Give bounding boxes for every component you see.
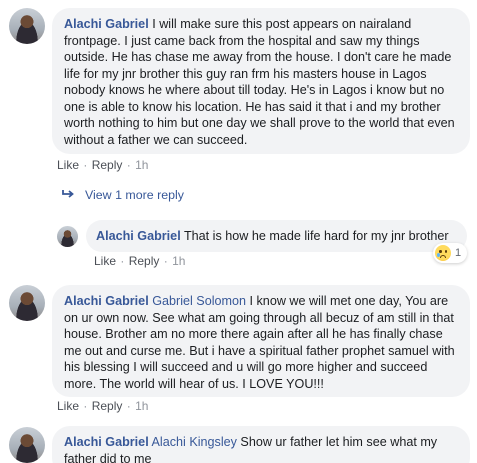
sad-emoji-icon — [435, 245, 451, 261]
reply-actions: Like · Reply · 1h — [94, 254, 185, 268]
separator: · — [120, 254, 125, 268]
like-button[interactable]: Like — [57, 399, 79, 413]
mention-link[interactable]: Alachi Kingsley — [152, 435, 237, 449]
timestamp[interactable]: 1h — [135, 399, 148, 413]
avatar[interactable] — [9, 427, 45, 463]
comment-text: I will make sure this post appears on na… — [64, 17, 455, 147]
comment-text: I know we will met one day, You are on u… — [64, 294, 455, 391]
reply-author[interactable]: Alachi Gabriel — [96, 229, 181, 243]
view-more-replies-link[interactable]: View 1 more reply — [62, 188, 184, 202]
reaction-badge[interactable]: 1 — [433, 243, 468, 263]
reply-avatar[interactable] — [57, 226, 78, 247]
separator: · — [126, 399, 131, 413]
reply-button[interactable]: Reply — [92, 399, 123, 413]
mention-link[interactable]: Gabriel Solomon — [152, 294, 246, 308]
separator: · — [83, 158, 88, 172]
timestamp[interactable]: 1h — [135, 158, 148, 172]
comment-actions: Like · Reply · 1h — [57, 158, 148, 172]
like-button[interactable]: Like — [94, 254, 116, 268]
comment-author[interactable]: Alachi Gabriel — [64, 435, 149, 449]
reply-bubble: Alachi Gabriel That is how he made life … — [86, 220, 467, 252]
comment-actions: Like · Reply · 1h — [57, 399, 148, 413]
comment-bubble: Alachi Gabriel Gabriel Solomon I know we… — [52, 285, 470, 397]
avatar[interactable] — [9, 285, 45, 321]
separator: · — [126, 158, 131, 172]
reply-text: That is how he made life hard for my jnr… — [183, 229, 449, 243]
separator: · — [163, 254, 168, 268]
comment-bubble: Alachi Gabriel I will make sure this pos… — [52, 8, 470, 154]
avatar[interactable] — [9, 8, 45, 44]
reply-arrow-icon — [62, 188, 75, 202]
timestamp[interactable]: 1h — [172, 254, 185, 268]
reply-button[interactable]: Reply — [92, 158, 123, 172]
reply-button[interactable]: Reply — [129, 254, 160, 268]
comment-bubble: Alachi Gabriel Alachi Kingsley Show ur f… — [52, 426, 470, 463]
view-more-label: View 1 more reply — [85, 188, 184, 202]
like-button[interactable]: Like — [57, 158, 79, 172]
comment-author[interactable]: Alachi Gabriel — [64, 294, 149, 308]
separator: · — [83, 399, 88, 413]
reaction-count: 1 — [455, 247, 462, 259]
comment-author[interactable]: Alachi Gabriel — [64, 17, 149, 31]
